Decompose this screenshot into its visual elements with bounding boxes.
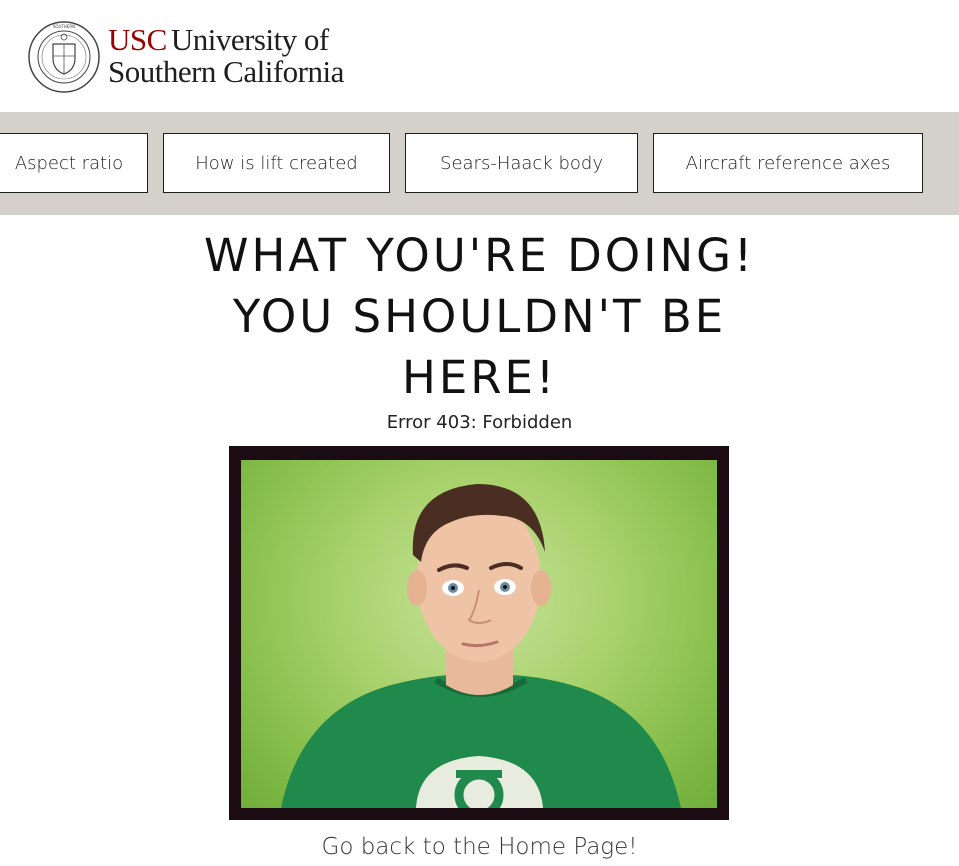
topic-nav-bar: Aspect ratio How is lift created Sears-H… [0,112,959,215]
headline-line: WHAT YOU'RE DOING! [203,229,756,282]
svg-text:SOUTHERN: SOUTHERN [53,24,75,29]
error-headline: WHAT YOU'RE DOING! YOU SHOULDN'T BE HERE… [0,225,959,408]
university-logo[interactable]: USC University of Southern California [108,24,344,88]
nav-item-label: Aspect ratio [14,152,124,174]
person-photo-icon [281,484,681,808]
nav-item-label: How is lift created [195,152,358,174]
headline-line: YOU SHOULDN'T BE [232,290,727,343]
error-code-text: Error 403: Forbidden [386,412,573,433]
logo-line1: University of [170,22,329,57]
logo-usc-abbr: USC [108,22,167,57]
site-header: SOUTHERN USC University of Southern Calif… [0,0,959,112]
nav-item-aircraft-reference-axes[interactable]: Aircraft reference axes [653,133,923,193]
nav-item-how-is-lift-created[interactable]: How is lift created [163,133,390,193]
nav-item-sears-haack-body[interactable]: Sears-Haack body [405,133,638,193]
nav-item-label: Sears-Haack body [440,152,603,174]
nav-item-label: Aircraft reference axes [685,152,891,174]
headline-line: HERE! [401,351,557,404]
nav-item-aspect-ratio[interactable]: Aspect ratio [0,133,148,193]
error-photo [229,446,729,820]
home-page-link[interactable]: Go back to the Home Page! [0,834,959,860]
logo-line2: Southern California [108,54,344,89]
usc-seal-icon[interactable]: SOUTHERN [27,20,101,94]
